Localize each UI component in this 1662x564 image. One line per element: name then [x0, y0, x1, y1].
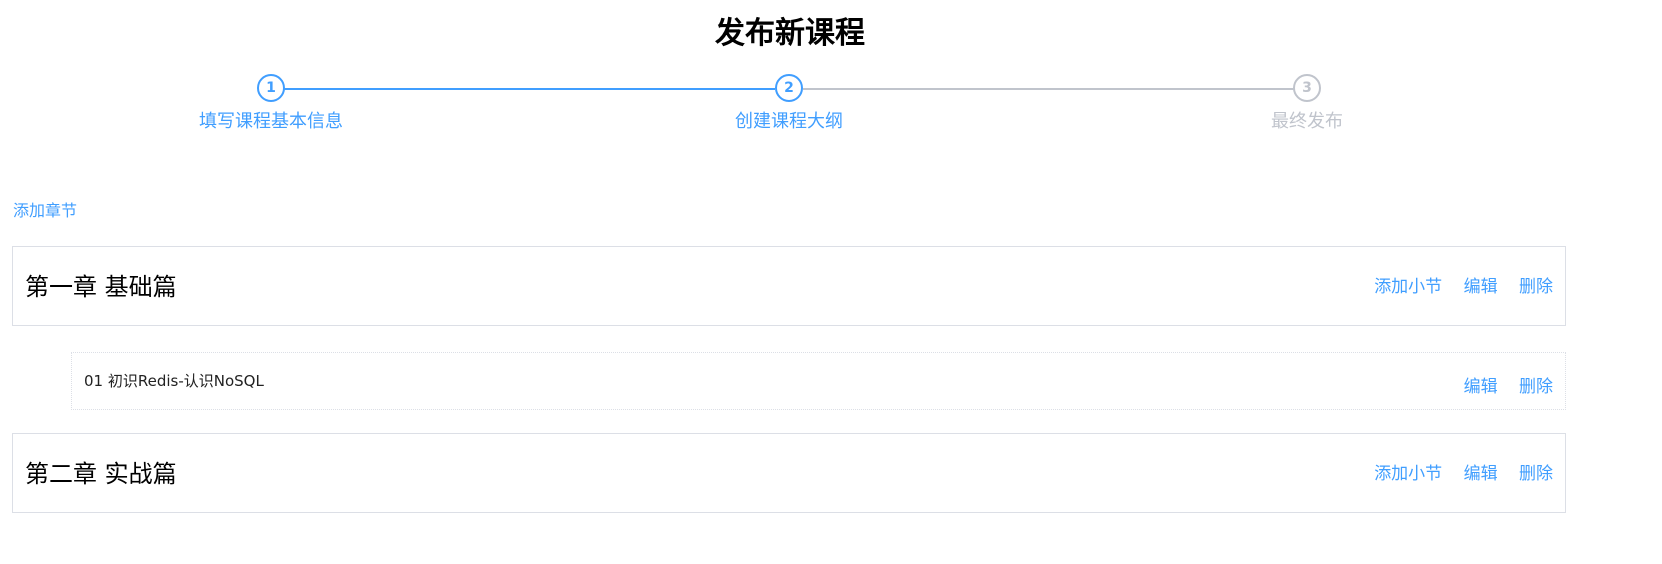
add-section-link[interactable]: 添加小节 — [1374, 277, 1442, 297]
chapter-1: 第一章 基础篇 添加小节 编辑 删除 — [12, 246, 1566, 326]
section-actions: 编辑 删除 — [1448, 376, 1553, 398]
chapter-actions: 添加小节 编辑 删除 — [1358, 276, 1553, 298]
step-2-number-icon: 2 — [775, 74, 803, 102]
chapter-actions: 添加小节 编辑 删除 — [1358, 463, 1553, 485]
chapter-title: 第一章 基础篇 — [25, 273, 177, 301]
step-1-number-icon: 1 — [257, 74, 285, 102]
edit-chapter-link[interactable]: 编辑 — [1464, 464, 1498, 484]
step-3-number-icon: 3 — [1293, 74, 1321, 102]
edit-section-link[interactable]: 编辑 — [1464, 377, 1498, 397]
step-3-label: 最终发布 — [1271, 111, 1343, 132]
progress-steps: 1 填写课程基本信息 2 创建课程大纲 3 最终发布 — [0, 74, 1580, 144]
section-1-1: 01 初识Redis-认识NoSQL 编辑 删除 — [71, 352, 1566, 410]
step-1: 1 填写课程基本信息 — [151, 74, 391, 134]
add-section-link[interactable]: 添加小节 — [1374, 464, 1442, 484]
delete-chapter-link[interactable]: 删除 — [1519, 277, 1553, 297]
section-title: 01 初识Redis-认识NoSQL — [84, 372, 264, 390]
edit-chapter-link[interactable]: 编辑 — [1464, 277, 1498, 297]
step-2: 2 创建课程大纲 — [669, 74, 909, 134]
step-3: 3 最终发布 — [1187, 74, 1427, 134]
chapter-title: 第二章 实战篇 — [25, 460, 177, 488]
delete-chapter-link[interactable]: 删除 — [1519, 464, 1553, 484]
page-title: 发布新课程 — [715, 16, 865, 51]
chapter-2: 第二章 实战篇 添加小节 编辑 删除 — [12, 433, 1566, 513]
delete-section-link[interactable]: 删除 — [1519, 377, 1553, 397]
add-chapter-link[interactable]: 添加章节 — [13, 200, 77, 222]
step-1-label: 填写课程基本信息 — [199, 111, 343, 132]
step-2-label: 创建课程大纲 — [735, 111, 843, 132]
